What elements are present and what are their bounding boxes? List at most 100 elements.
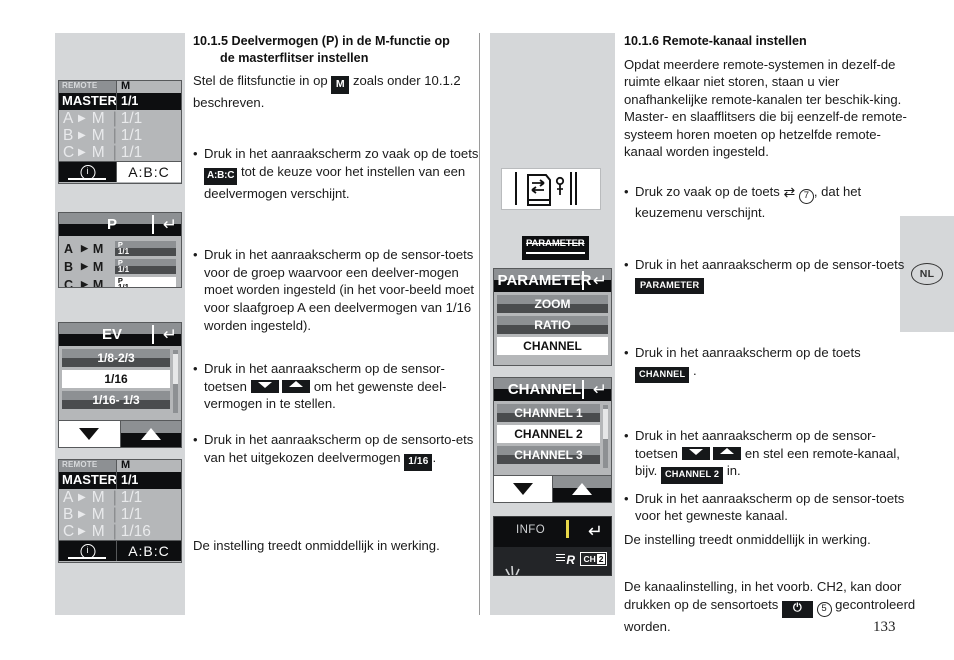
separator-icon: |	[112, 143, 117, 161]
lcd-title-text: PARAMETER	[497, 272, 592, 289]
back-arrow-icon[interactable]: ↵	[163, 324, 177, 345]
ev-option-selected[interactable]: 1/16	[62, 370, 170, 388]
slave-group-row[interactable]: C ▶ M | 1/16	[63, 523, 181, 540]
back-arrow-icon[interactable]: ↵	[593, 270, 607, 291]
scroll-up-button[interactable]	[119, 421, 181, 447]
lcd-title-bar: CHANNEL ↵	[494, 378, 611, 401]
bullet-4-post: in.	[726, 463, 741, 479]
left-text-column: 10.1.5 Deelvermogen (P) in de M-functie …	[193, 33, 485, 554]
parameter-option-channel-selected[interactable]: CHANNEL	[497, 337, 608, 355]
arrow-up-key-icon	[282, 379, 311, 393]
scrollbar-thumb[interactable]	[173, 354, 178, 384]
group-arrow-icon: ▶	[78, 492, 86, 503]
arrow-up-icon	[140, 428, 161, 440]
flash-burst-icon	[505, 565, 520, 575]
partial-power-chip[interactable]: P 1/1	[114, 240, 176, 256]
slave-group-row[interactable]: B ▶ M | 1/1	[63, 506, 181, 523]
channel-option-2-selected[interactable]: CHANNEL 2	[497, 425, 600, 443]
lcd-title-bar: P ↵	[59, 213, 181, 236]
scroll-up-button[interactable]	[552, 476, 611, 502]
closing-paragraph: De instelling treedt onmiddellijk in wer…	[193, 537, 440, 553]
scrollbar[interactable]	[173, 350, 178, 413]
lcd-footer	[59, 420, 181, 447]
channel-option-3[interactable]: CHANNEL 3	[497, 446, 600, 464]
ev-option-list: 1/8-2/3 1/16 1/16- 1/3	[59, 346, 181, 412]
separator-icon: |	[112, 126, 117, 144]
slave-group-row[interactable]: C ▶ M | 1/1	[63, 144, 181, 161]
info-button[interactable]: i	[59, 540, 116, 561]
flash-mode-label: M	[121, 459, 131, 471]
scroll-down-button[interactable]	[494, 476, 552, 502]
partial-power-row[interactable]: A ▶ M P 1/1	[64, 240, 176, 256]
partial-power-chip-selected[interactable]: P 1/1	[114, 276, 176, 288]
group-letter: C	[63, 143, 75, 161]
section-heading-10-1-5: 10.1.5 Deelvermogen (P) in de M-functie …	[193, 33, 485, 66]
ev-option[interactable]: 1/16- 1/3	[62, 391, 170, 409]
partial-power-chip[interactable]: P 1/1	[114, 258, 176, 274]
bullet-1-post: tot de keuze voor het instellen van een …	[204, 163, 466, 201]
slave-group-row[interactable]: A ▶ M | 1/1	[63, 110, 181, 127]
scrollbar[interactable]	[603, 405, 608, 468]
scrollbar-thumb[interactable]	[603, 409, 608, 439]
group-mode: M	[91, 126, 105, 144]
group-letter: A	[63, 488, 74, 506]
arrow-down-key-icon	[681, 446, 710, 460]
master-slave-toggle-illustration	[501, 168, 601, 210]
abc-button[interactable]: A:B:C	[116, 161, 181, 182]
remote-label: REMOTE	[62, 460, 98, 469]
channel-option-1[interactable]: CHANNEL 1	[497, 404, 600, 422]
parameter-option-list: ZOOM RATIO CHANNEL	[494, 292, 611, 358]
back-arrow-icon[interactable]: ↵	[163, 214, 177, 235]
group-value: 1/1	[120, 126, 143, 144]
callout-number-5: 5	[816, 602, 832, 618]
info-status-row: R CH 2	[494, 547, 611, 575]
group-mode: M	[92, 259, 104, 274]
partial-power-group-list: A ▶ M P 1/1 B ▶ M P 1/1 C ▶ M P 1/1	[59, 236, 181, 288]
title-separator	[582, 380, 584, 399]
bullet-1: Druk in het aanraakscherm zo vaak op de …	[193, 145, 485, 202]
lcd-header: REMOTE MASTER M 1/1	[59, 81, 181, 110]
m-mode-key-icon: M	[331, 76, 350, 94]
arrow-down-icon	[513, 483, 533, 495]
intro-paragraph: Stel de flitsfunctie in op M zoals onder…	[193, 72, 485, 111]
back-arrow-icon[interactable]: ↵	[593, 379, 607, 400]
lcd-master-overview-after: REMOTE MASTER M 1/1 A ▶ M | 1/1 B ▶ M | …	[58, 459, 182, 563]
scroll-down-button[interactable]	[59, 421, 120, 447]
title-separator	[152, 215, 154, 234]
slave-group-row[interactable]: B ▶ M | 1/1	[63, 127, 181, 144]
group-mode: M	[91, 143, 105, 161]
info-title-bar: INFO ↵	[494, 517, 611, 547]
heading-line-1: 10.1.5 Deelvermogen (P) in de M-functie …	[193, 34, 450, 48]
parameter-key-icon[interactable]: PARAMETER	[522, 236, 589, 260]
toggle-switch-icon	[515, 172, 577, 206]
lcd-footer: i A:B:C	[59, 161, 181, 182]
slave-group-row[interactable]: A ▶ M | 1/1	[63, 489, 181, 506]
bullet-4: Druk in het aanraakscherm op de sensor-t…	[624, 427, 916, 484]
parameter-option-ratio[interactable]: RATIO	[497, 316, 608, 334]
arrow-down-key-icon	[250, 379, 279, 393]
chip-value: 1/1	[117, 247, 130, 256]
chip-value: 1/1	[117, 283, 130, 288]
info-button[interactable]: i	[59, 161, 116, 182]
back-arrow-icon[interactable]: ↵	[588, 518, 603, 544]
parameter-option-zoom[interactable]: ZOOM	[497, 295, 608, 313]
separator-icon: |	[112, 488, 117, 506]
group-letter: C	[64, 277, 74, 288]
arrow-down-icon	[79, 428, 100, 440]
partial-power-row[interactable]: C ▶ M P 1/1	[64, 276, 176, 288]
master-ratio-value: 1/1	[121, 94, 139, 108]
lcd-channel-screen: CHANNEL ↵ CHANNEL 1 CHANNEL 2 CHANNEL 3	[493, 377, 612, 503]
partial-power-row[interactable]: B ▶ M P 1/1	[64, 258, 176, 274]
group-arrow-icon: ▶	[78, 113, 86, 124]
group-value: 1/1	[120, 505, 143, 523]
group-letter: B	[63, 505, 74, 523]
remote-lines-icon	[556, 554, 566, 563]
ev-option[interactable]: 1/8-2/3	[62, 349, 170, 367]
group-letter: C	[63, 522, 75, 540]
abc-button[interactable]: A:B:C	[116, 540, 181, 561]
group-letter: B	[63, 126, 74, 144]
title-separator	[152, 325, 154, 344]
bullet-1-pre: Druk in het aanraakscherm zo vaak op de …	[204, 146, 479, 162]
abc-key-icon: A:B:C	[204, 167, 238, 185]
separator-icon: |	[112, 522, 117, 540]
